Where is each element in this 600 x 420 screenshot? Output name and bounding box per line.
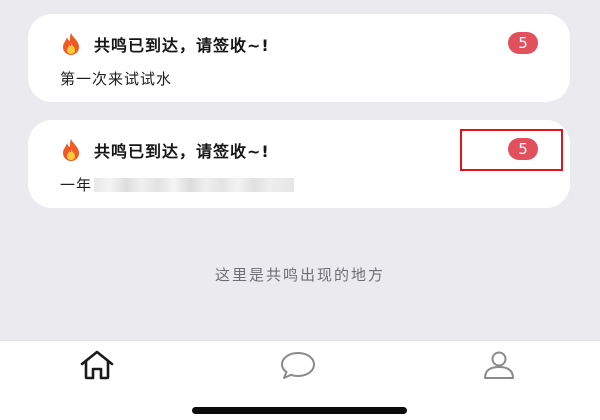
tab-messages[interactable] [276, 349, 320, 385]
card-title: 共鸣已到达，请签收~! [94, 36, 270, 55]
home-indicator[interactable] [192, 407, 407, 414]
fire-icon [60, 138, 82, 162]
feed-empty-hint: 这里是共鸣出现的地方 [214, 266, 385, 284]
chat-bubble-icon [279, 349, 317, 385]
badge-highlight-annotation [460, 129, 563, 171]
card-message-text: 第一次来试试水 [60, 70, 173, 88]
fire-icon [60, 32, 82, 56]
card-title-row: 共鸣已到达，请签收~! [60, 32, 270, 56]
unread-count-badge: 5 [508, 32, 538, 54]
card-title-row: 共鸣已到达，请签收~! [60, 138, 270, 162]
card-message: 第一次来试试水 [60, 68, 172, 89]
resonance-feed: 共鸣已到达，请签收~! 第一次来试试水 5 共鸣已到达，请签收~! 一年 5 这… [0, 0, 600, 340]
person-icon [480, 349, 518, 385]
card-message-text: 一年 [60, 176, 93, 194]
redacted-text [94, 177, 295, 192]
card-title: 共鸣已到达，请签收~! [94, 142, 270, 161]
card-message: 一年 [60, 174, 295, 195]
home-icon [78, 349, 116, 385]
tab-profile[interactable] [477, 349, 521, 385]
tab-home[interactable] [75, 349, 119, 385]
resonance-card[interactable]: 共鸣已到达，请签收~! 第一次来试试水 5 [28, 14, 570, 102]
